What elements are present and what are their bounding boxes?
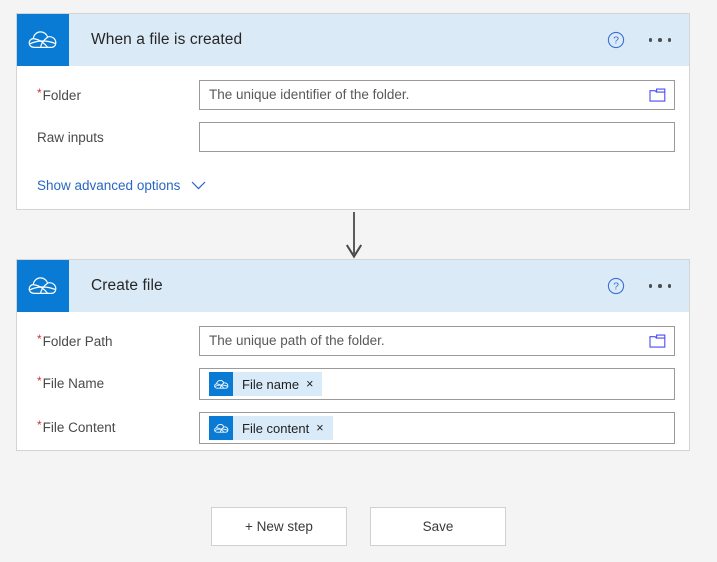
file-content-input[interactable]: File content ×: [199, 412, 675, 444]
token-chip-file-content[interactable]: File content ×: [209, 416, 333, 440]
token-chip-label: File content: [242, 420, 310, 436]
folder-input[interactable]: The unique identifier of the folder.: [199, 80, 675, 110]
field-label-file-name: *File Name: [37, 368, 199, 392]
action-card-title: Create file: [91, 277, 163, 294]
action-card-actions: ?: [607, 260, 676, 312]
action-card-header[interactable]: Create file ?: [17, 260, 689, 312]
action-card: Create file ? *Folder Path The unique pa…: [16, 259, 690, 451]
field-row-raw-inputs: Raw inputs: [17, 122, 689, 152]
ellipsis-icon[interactable]: [645, 32, 676, 48]
trigger-card-header[interactable]: When a file is created ?: [17, 14, 689, 66]
folder-path-input-value: The unique path of the folder.: [209, 333, 385, 348]
field-row-file-content: *File Content File content ×: [17, 412, 689, 444]
svg-text:?: ?: [613, 281, 619, 293]
trigger-card: When a file is created ? *Folder The uni…: [16, 13, 690, 210]
required-asterisk: *: [37, 86, 42, 100]
required-asterisk: *: [37, 374, 42, 388]
folder-input-value: The unique identifier of the folder.: [209, 87, 410, 102]
show-advanced-options-link[interactable]: Show advanced options: [17, 178, 206, 193]
field-row-folder-path: *Folder Path The unique path of the fold…: [17, 326, 689, 356]
svg-text:?: ?: [613, 35, 619, 47]
onedrive-cloud-icon: [209, 372, 233, 396]
token-chip-label: File name: [242, 376, 300, 392]
ellipsis-dot: [648, 284, 652, 288]
ellipsis-dot: [667, 284, 671, 288]
show-advanced-options-label: Show advanced options: [37, 178, 181, 193]
down-arrow-icon: [345, 212, 363, 259]
ellipsis-dot: [648, 38, 652, 42]
ellipsis-icon[interactable]: [645, 278, 676, 294]
field-label-text: File Content: [42, 420, 116, 435]
field-label-raw-inputs: Raw inputs: [37, 130, 104, 145]
ellipsis-dot: [658, 284, 662, 288]
folder-picker-icon[interactable]: [649, 88, 666, 103]
action-card-body: *Folder Path The unique path of the fold…: [17, 326, 689, 444]
field-label-text: File Name: [42, 376, 105, 391]
field-row-file-name: *File Name File name ×: [17, 368, 689, 400]
file-name-input[interactable]: File name ×: [199, 368, 675, 400]
field-label-file-content: *File Content: [37, 412, 199, 436]
onedrive-cloud-icon: [17, 260, 69, 312]
trigger-card-title: When a file is created: [91, 31, 243, 48]
save-button[interactable]: Save: [370, 507, 506, 546]
help-circle-icon[interactable]: ?: [607, 277, 625, 295]
required-asterisk: *: [37, 418, 42, 432]
help-circle-icon[interactable]: ?: [607, 31, 625, 49]
trigger-card-body: *Folder The unique identifier of the fol…: [17, 80, 689, 193]
ellipsis-dot: [667, 38, 671, 42]
chevron-down-icon: [191, 181, 206, 190]
folder-picker-icon[interactable]: [649, 334, 666, 349]
footer-actions: + New step Save: [0, 507, 717, 546]
raw-inputs-input[interactable]: [199, 122, 675, 152]
close-icon[interactable]: ×: [306, 378, 322, 391]
onedrive-cloud-icon: [209, 416, 233, 440]
folder-path-input[interactable]: The unique path of the folder.: [199, 326, 675, 356]
onedrive-cloud-icon: [17, 14, 69, 66]
close-icon[interactable]: ×: [316, 422, 332, 435]
field-label-text: Folder: [42, 88, 81, 103]
ellipsis-dot: [658, 38, 662, 42]
field-label-folder: *Folder: [37, 80, 199, 104]
token-chip-file-name[interactable]: File name ×: [209, 372, 323, 396]
new-step-button[interactable]: + New step: [211, 507, 347, 546]
required-asterisk: *: [37, 332, 42, 346]
field-row-folder: *Folder The unique identifier of the fol…: [17, 80, 689, 110]
flow-designer-canvas: When a file is created ? *Folder The uni…: [0, 0, 717, 562]
field-label-folder-path: *Folder Path: [37, 326, 199, 350]
trigger-card-actions: ?: [607, 14, 676, 66]
field-label-text: Folder Path: [42, 334, 113, 349]
